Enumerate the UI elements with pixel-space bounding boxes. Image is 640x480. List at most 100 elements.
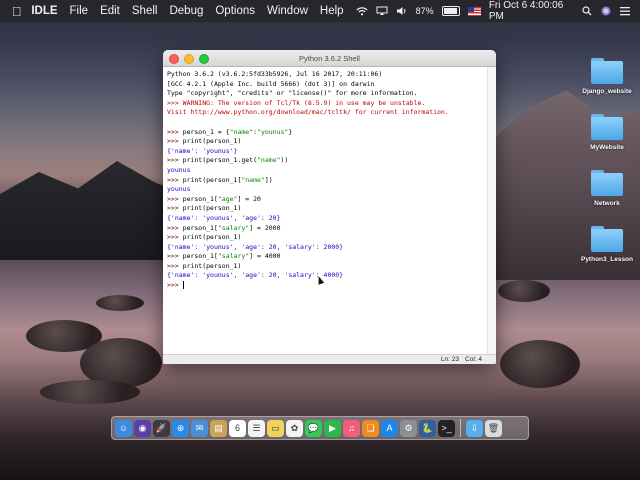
window-titlebar[interactable]: Python 3.6.2 Shell <box>163 50 496 67</box>
folder-icon <box>591 114 623 140</box>
list-icon[interactable] <box>619 6 630 16</box>
shell-line: >>> person_1["salary"] = 2000 <box>167 224 484 234</box>
appstore-icon[interactable]: A <box>381 419 398 437</box>
facetime-icon[interactable]: ▶ <box>324 419 341 437</box>
shell-line: >>> WARNING: The version of Tcl/Tk (8.5.… <box>167 99 484 109</box>
shell-text: print(person_1) <box>182 137 242 146</box>
shell-line: >>> person_1["age"] = 20 <box>167 195 484 205</box>
menu-file[interactable]: File <box>70 5 89 17</box>
messages-icon[interactable]: 💬 <box>305 419 322 437</box>
minimize-button[interactable] <box>184 54 194 64</box>
shell-prompt: >>> <box>167 252 183 261</box>
downloads-folder-icon[interactable]: ⇩ <box>466 419 483 437</box>
trash-icon[interactable]: 🗑 <box>485 419 502 437</box>
shell-prompt: >>> <box>167 127 183 136</box>
shell-text: "name" <box>229 127 254 136</box>
column-number: Col: 4 <box>465 356 482 363</box>
zoom-button[interactable] <box>199 54 209 64</box>
shell-prompt: >>> <box>167 175 183 184</box>
desktop-folder-network[interactable]: Network <box>571 170 640 207</box>
window-title: Python 3.6.2 Shell <box>299 53 360 63</box>
siri-icon[interactable]: ◉ <box>134 419 151 437</box>
stickies-icon[interactable]: ▭ <box>267 419 284 437</box>
finder-icon[interactable]: ☺ <box>115 419 132 437</box>
siri-icon[interactable] <box>600 6 611 16</box>
shell-text: "younus" <box>257 127 289 136</box>
shell-text: "salary" <box>217 223 250 232</box>
shell-text: "name" <box>257 156 281 165</box>
menu-shell[interactable]: Shell <box>132 5 158 17</box>
search-icon[interactable] <box>581 6 592 16</box>
shell-text: print(person_1) <box>182 261 242 270</box>
airplay-icon[interactable] <box>376 6 388 16</box>
menu-help[interactable]: Help <box>320 5 344 17</box>
desktop-folder-python3-lesson[interactable]: Python3_Lesson <box>571 226 640 263</box>
shell-text: younus <box>167 165 191 174</box>
status-bar: Ln: 23 Col: 4 <box>163 354 496 364</box>
preferences-icon[interactable]: ⚙ <box>400 419 417 437</box>
shell-line: >>> <box>167 281 484 291</box>
photos-icon[interactable]: ✿ <box>286 419 303 437</box>
music-icon[interactable]: ♫ <box>343 419 360 437</box>
shell-line: >>> print(person_1["name"]) <box>167 176 484 186</box>
shell-text: "age" <box>217 194 238 203</box>
menu-debug[interactable]: Debug <box>169 5 203 17</box>
shell-line: younus <box>167 166 484 176</box>
shell-text: "name" <box>241 175 265 184</box>
menu-edit[interactable]: Edit <box>100 5 120 17</box>
menu-options[interactable]: Options <box>215 5 255 17</box>
shell-text-area[interactable]: Python 3.6.2 (v3.6.2:5fd33b5926, Jul 16 … <box>163 67 488 354</box>
idle-icon[interactable]: 🐍 <box>419 419 436 437</box>
lake-rock <box>96 295 144 311</box>
notes-icon[interactable]: ▤ <box>210 419 227 437</box>
menu-app-name[interactable]: IDLE <box>31 5 57 17</box>
shell-line: >>> print(person_1) <box>167 262 484 272</box>
clock[interactable]: Fri Oct 6 4:00:06 PM <box>489 0 573 22</box>
shell-text: person_1[ <box>182 194 218 203</box>
desktop-folder-mywebsite[interactable]: MyWebsite <box>571 114 640 151</box>
apple-icon[interactable]:  <box>10 4 23 19</box>
battery-fill <box>443 8 457 14</box>
shell-text: person_1[ <box>182 252 218 261</box>
battery-percent[interactable]: 87% <box>416 6 434 16</box>
vertical-scrollbar[interactable] <box>487 67 496 354</box>
line-number: Ln: 23 <box>440 356 460 363</box>
volume-icon[interactable] <box>396 6 408 16</box>
desktop-icon-label: Python3_Lesson <box>580 256 633 263</box>
mail-icon[interactable]: ✉ <box>191 419 208 437</box>
shell-text: print(person_1.get( <box>182 156 258 165</box>
shell-text: } <box>288 127 293 136</box>
close-button[interactable] <box>169 54 179 64</box>
shell-prompt: >>> <box>167 281 183 290</box>
shell-text: {'name': 'younus', 'age': 20, 'salary': … <box>167 242 344 251</box>
shell-text: {'name': 'younus'} <box>167 146 238 155</box>
desktop-folder-django-website[interactable]: Django_website <box>571 58 640 95</box>
safari-icon[interactable]: ⊕ <box>172 419 189 437</box>
ibooks-icon[interactable]: ❏ <box>362 419 379 437</box>
calendar-icon[interactable]: 6 <box>229 419 246 437</box>
shell-line: Visit http://www.python.org/download/mac… <box>167 108 484 118</box>
terminal-icon[interactable]: >_ <box>438 419 455 437</box>
shell-line: >>> print(person_1) <box>167 204 484 214</box>
shell-text: person_1 = { <box>182 127 230 136</box>
reminders-icon[interactable]: ☰ <box>248 419 265 437</box>
desktop-icon-label: Django_website <box>582 88 632 95</box>
battery-icon[interactable] <box>441 6 461 16</box>
shell-line: {'name': 'younus', 'age': 20, 'salary': … <box>167 271 484 281</box>
shell-text: ] = 20 <box>237 194 261 203</box>
shell-text: ]) <box>264 175 273 184</box>
menu-window[interactable]: Window <box>267 5 308 17</box>
flag-icon[interactable] <box>468 6 481 16</box>
shell-text: Type "copyright", "credits" or "license(… <box>167 89 418 98</box>
shell-line: {'name': 'younus'} <box>167 147 484 157</box>
shell-prompt: >>> <box>167 261 183 270</box>
shell-line: >>> print(person_1) <box>167 233 484 243</box>
shell-prompt: >>> <box>167 233 183 242</box>
lake-rock <box>498 280 550 302</box>
folder-icon <box>591 170 623 196</box>
launchpad-icon[interactable]: 🚀 <box>153 419 170 437</box>
shell-prompt: >>> <box>167 223 183 232</box>
wifi-icon[interactable] <box>356 6 368 16</box>
shell-text: {'name': 'younus', 'age': 20} <box>167 213 281 222</box>
shell-text: print(person_1) <box>182 204 242 213</box>
